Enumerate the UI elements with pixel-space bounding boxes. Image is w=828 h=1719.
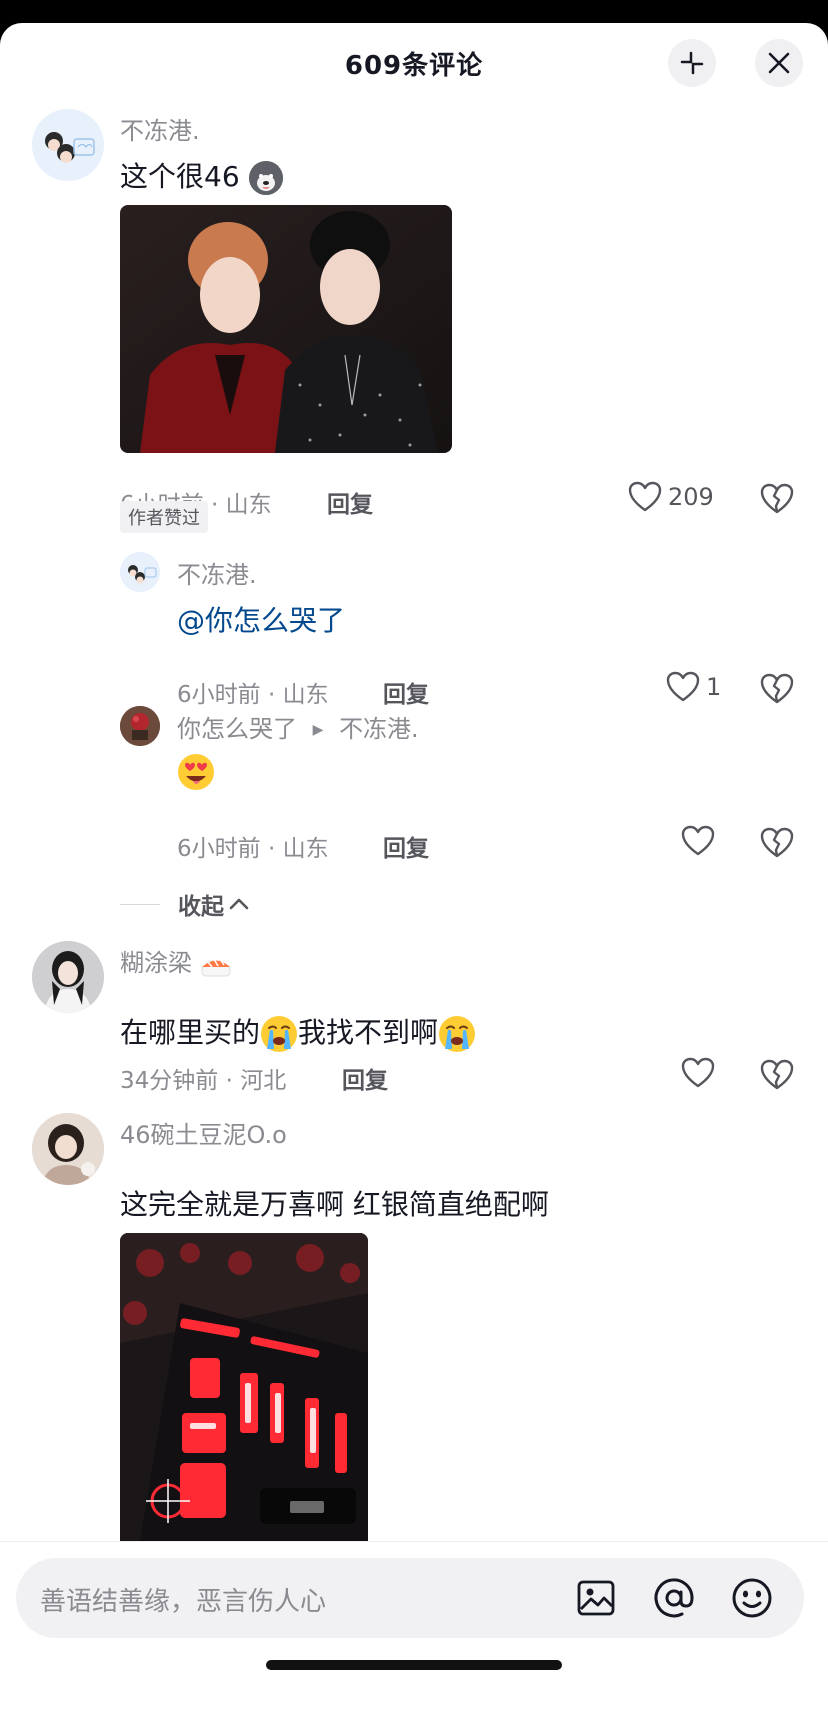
emoji-button[interactable] xyxy=(730,1576,774,1620)
comment-text-content: 这个很46 xyxy=(120,160,240,193)
comment-meta: 34分钟前 · 河北 xyxy=(120,1068,287,1094)
like-button[interactable] xyxy=(681,1057,715,1089)
dislike-button[interactable] xyxy=(760,827,794,863)
reply-button[interactable]: 回复 xyxy=(383,675,429,709)
heart-icon xyxy=(681,1057,715,1088)
broken-heart-icon xyxy=(760,673,794,704)
comment-meta: 6小时前 · 山东 xyxy=(177,682,329,708)
collapse-replies-button[interactable]: 收起 xyxy=(120,887,250,921)
avatar[interactable] xyxy=(32,1113,104,1185)
username-row: 糊涂梁 xyxy=(120,943,232,978)
reply-button[interactable]: 回复 xyxy=(327,485,373,519)
sheet-header: 609条评论 xyxy=(0,23,828,103)
heart-icon xyxy=(681,825,715,856)
mention-button[interactable] xyxy=(652,1576,696,1620)
reply-text[interactable]: @你怎么哭了 xyxy=(177,599,345,639)
username[interactable]: 糊涂梁 xyxy=(120,949,192,977)
heart-eyes-emoji xyxy=(177,753,215,791)
comment-text: 这完全就是万喜啊 红银简直绝配啊 xyxy=(120,1188,549,1221)
broken-heart-icon xyxy=(760,483,794,514)
username[interactable]: 不冻港. xyxy=(177,555,257,590)
collapse-label: 收起 xyxy=(178,894,224,920)
like-count: 209 xyxy=(668,483,714,511)
dislike-button[interactable] xyxy=(760,1059,794,1095)
crying-emoji xyxy=(260,1015,298,1053)
comment-text: 在哪里买的 我找不到啊 xyxy=(120,1011,476,1053)
reply-to-username[interactable]: 不冻港. xyxy=(339,715,419,743)
dislike-button[interactable] xyxy=(760,483,794,519)
comment-meta: 6小时前 · 山东 xyxy=(177,836,329,862)
sushi-emoji xyxy=(200,950,232,978)
emoji-icon xyxy=(732,1578,772,1618)
username[interactable]: 不冻港. xyxy=(120,111,200,146)
comment-input-bar: 善语结善缘，恶言伤人心 xyxy=(0,1541,828,1719)
minimize-button[interactable] xyxy=(668,39,716,87)
crying-emoji xyxy=(438,1015,476,1053)
close-button[interactable] xyxy=(755,39,803,87)
reply-header: 你怎么哭了 ▶ 不冻港. xyxy=(177,709,419,744)
avatar[interactable] xyxy=(32,109,104,181)
close-icon xyxy=(768,52,790,74)
avatar[interactable] xyxy=(120,706,160,746)
heart-icon xyxy=(666,671,700,702)
avatar[interactable] xyxy=(120,552,160,592)
broken-heart-icon xyxy=(760,827,794,858)
comment-image[interactable] xyxy=(120,205,452,453)
reply-button[interactable]: 回复 xyxy=(342,1061,388,1095)
husky-emoji xyxy=(248,161,283,195)
divider xyxy=(120,903,160,905)
comment-image[interactable] xyxy=(120,1233,368,1541)
image-button[interactable] xyxy=(574,1576,618,1620)
comment-text: 这个很46 xyxy=(120,155,283,195)
heart-icon xyxy=(628,481,662,512)
comment-input[interactable]: 善语结善缘，恶言伤人心 xyxy=(16,1558,804,1638)
avatar[interactable] xyxy=(32,941,104,1013)
reply-text xyxy=(177,753,215,791)
comment-text-content: 在哪里买的 xyxy=(120,1016,261,1049)
like-button[interactable] xyxy=(681,825,715,857)
input-placeholder: 善语结善缘，恶言伤人心 xyxy=(40,1587,327,1617)
like-button[interactable]: 1 xyxy=(666,671,721,703)
username[interactable]: 46碗土豆泥O.o xyxy=(120,1115,287,1150)
like-count: 1 xyxy=(706,673,722,701)
minimize-icon xyxy=(680,51,704,75)
dislike-button[interactable] xyxy=(760,673,794,709)
comments-sheet: 609条评论 不冻港. 这个很46 · 山东 回复 209 作者赞过 不冻港. … xyxy=(0,23,828,1719)
image-icon xyxy=(577,1580,615,1616)
chevron-up-icon xyxy=(229,898,249,910)
comment-text-content: 我找不到啊 xyxy=(298,1016,439,1049)
at-icon xyxy=(654,1578,694,1618)
reply-arrow-icon: ▶ xyxy=(312,722,324,738)
username[interactable]: 你怎么哭了 xyxy=(177,715,297,743)
author-liked-badge: 作者赞过 xyxy=(120,501,208,533)
like-button[interactable]: 209 xyxy=(628,481,714,513)
reply-button[interactable]: 回复 xyxy=(383,829,429,863)
broken-heart-icon xyxy=(760,1059,794,1090)
home-indicator xyxy=(266,1660,562,1670)
